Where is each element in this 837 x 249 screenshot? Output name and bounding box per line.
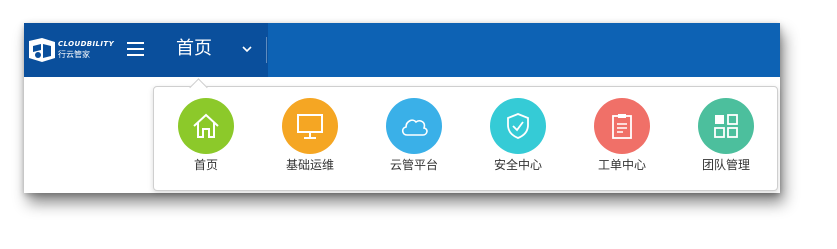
menu-item-ops[interactable]: 基础运维 [270, 98, 350, 184]
clipboard-icon [612, 114, 632, 139]
menu-item-label: 基础运维 [285, 158, 334, 172]
menu-item-security[interactable]: 安全中心 [478, 98, 558, 184]
home-icon [193, 113, 219, 138]
chevron-down-icon[interactable] [242, 45, 252, 53]
monitor-icon [297, 114, 323, 139]
brand-name-cn: 行云管家 [58, 50, 90, 59]
brand-name: CLOUDBILITY 行云管家 [58, 41, 114, 59]
navbar-divider [266, 37, 267, 63]
menu-item-label: 云管平台 [389, 158, 438, 172]
hamburger-icon[interactable] [127, 42, 144, 56]
menu-item-home[interactable]: 首页 [166, 98, 246, 184]
top-navbar: CLOUDBILITY 行云管家 首页 [24, 23, 780, 77]
menu-item-ticket[interactable]: 工单中心 [582, 98, 662, 184]
monitor-icon-circle [282, 98, 338, 154]
cloud-icon [401, 119, 428, 136]
shield-icon-circle [490, 98, 546, 154]
menu-item-label: 工单中心 [597, 158, 646, 172]
menu-item-label: 团队管理 [701, 158, 750, 172]
home-icon-circle [178, 98, 234, 154]
menu-item-label: 首页 [193, 158, 218, 172]
menu-item-team[interactable]: 团队管理 [686, 98, 766, 184]
shield-icon [507, 113, 529, 139]
grid-icon-circle [698, 98, 754, 154]
grid-icon [714, 114, 738, 138]
module-menu: 首页 基础运维 云管平台 安全中心 工单中心 团队管理 [153, 86, 778, 191]
screenshot-stage: CLOUDBILITY 行云管家 首页 首页 基础运维 云管平台 安全中心 工单… [0, 0, 837, 249]
clipboard-icon-circle [594, 98, 650, 154]
brand-block: CLOUDBILITY 行云管家 首页 [24, 23, 268, 77]
cloudbility-logo[interactable] [28, 36, 56, 64]
cloud-icon-circle [386, 98, 442, 154]
menu-item-label: 安全中心 [493, 158, 542, 172]
app-window: CLOUDBILITY 行云管家 首页 首页 基础运维 云管平台 安全中心 工单… [24, 23, 780, 193]
nav-title[interactable]: 首页 [176, 38, 212, 60]
menu-item-cloud[interactable]: 云管平台 [374, 98, 454, 184]
brand-name-en: CLOUDBILITY [58, 40, 115, 48]
